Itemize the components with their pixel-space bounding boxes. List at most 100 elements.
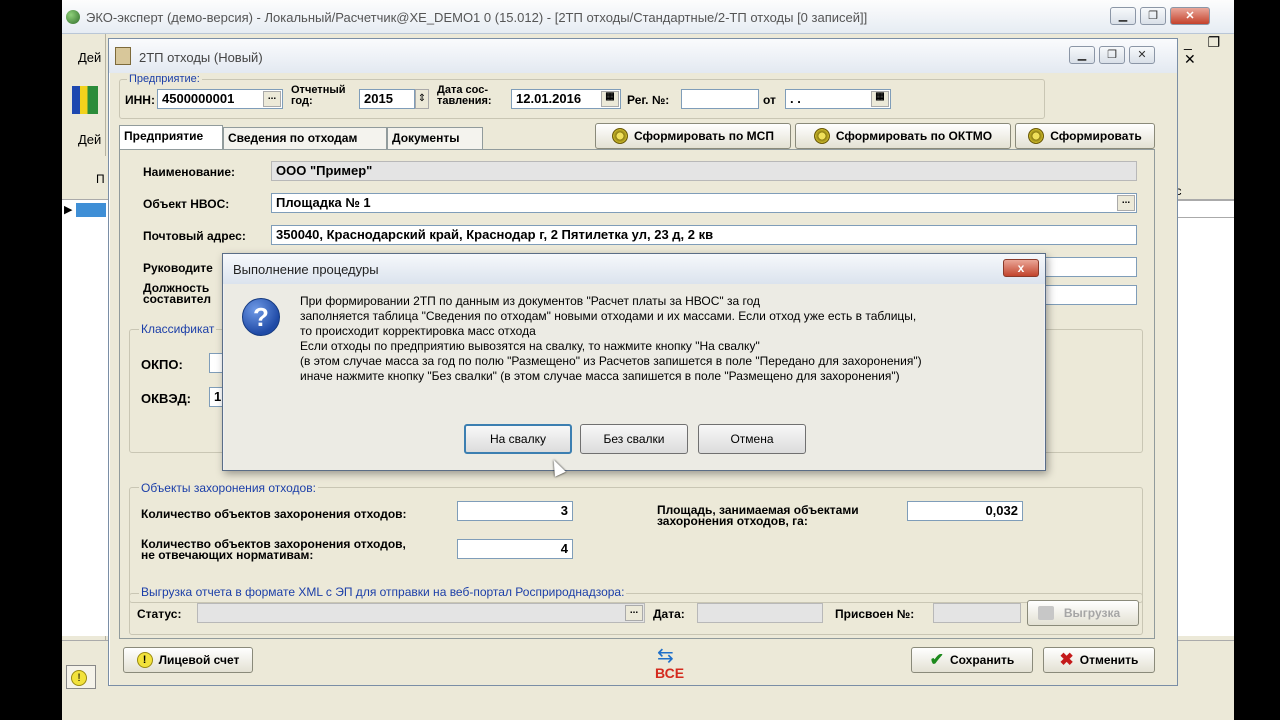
noncompliant-field[interactable]: 4 — [457, 539, 573, 559]
compose-date-field[interactable]: 12.01.2016 ▦ — [511, 89, 621, 109]
object-value: Площадка № 1 — [276, 195, 371, 210]
tab-enterprise[interactable]: Предприятие — [119, 125, 223, 149]
enterprise-group-label: Предприятие: — [127, 73, 202, 85]
form-label: Сформировать — [1050, 129, 1142, 143]
main-close-icon[interactable]: ✕ — [1170, 7, 1210, 25]
form-by-msp-label: Сформировать по МСП — [634, 129, 774, 143]
main-minimize-icon[interactable]: ▁ — [1110, 7, 1136, 25]
account-button-label: Лицевой счет — [158, 653, 240, 667]
bg-toolbar-chart-icon[interactable] — [72, 86, 98, 114]
bg-bottom-fragment[interactable]: ! — [66, 665, 96, 689]
year-field[interactable]: 2015 — [359, 89, 415, 109]
area-label-2: захоронения отходов, га: — [657, 514, 808, 528]
no-landfill-button[interactable]: Без свалки — [580, 424, 688, 454]
report-close-icon[interactable]: ✕ — [1129, 46, 1155, 64]
okved-value: 1 — [214, 389, 222, 404]
name-value: ООО "Пример" — [276, 163, 373, 178]
save-button-label: Сохранить — [949, 653, 1015, 667]
form-by-oktmo-button[interactable]: Сформировать по ОКТМО — [795, 123, 1011, 149]
dialog-message-line: иначе нажмите кнопку "Без свалки" (в это… — [300, 369, 900, 383]
form-by-msp-button[interactable]: Сформировать по МСП — [595, 123, 791, 149]
export-date-field[interactable] — [697, 603, 823, 623]
address-label: Почтовый адрес: — [143, 229, 246, 243]
report-minimize-icon[interactable]: ▁ — [1069, 46, 1095, 64]
export-disk-icon — [1038, 606, 1054, 620]
account-button[interactable]: ! Лицевой счет — [123, 647, 253, 673]
reg-number-label: Рег. №: — [627, 93, 670, 107]
question-icon: ? — [242, 298, 280, 336]
bg-selected-row[interactable] — [76, 203, 106, 217]
mdi-caption-icons[interactable]: _ ❐ ✕ — [1184, 34, 1234, 68]
compose-date-calendar-icon[interactable]: ▦ — [601, 91, 619, 107]
all-refresh-icon[interactable]: ⇆ ВСЕ — [649, 643, 705, 683]
main-title-bar: ЭКО-эксперт (демо-версия) - Локальный/Ра… — [62, 0, 1234, 34]
dialog-message-line: При формировании 2ТП по данным из докуме… — [300, 294, 761, 308]
dialog-close-icon[interactable]: x — [1003, 259, 1039, 277]
app-title: ЭКО-эксперт (демо-версия) - Локальный/Ра… — [86, 10, 868, 25]
cancel-x-icon: ✖ — [1059, 650, 1074, 669]
okpo-label: ОКПО: — [141, 357, 183, 372]
address-field[interactable]: 350040, Краснодарский край, Краснодар г,… — [271, 225, 1137, 245]
year-label-2: год: — [291, 95, 313, 107]
warning-icon: ! — [136, 652, 153, 668]
area-field[interactable]: 0,032 — [907, 501, 1023, 521]
cancel-button[interactable]: ✖ Отменить — [1043, 647, 1155, 673]
to-landfill-button[interactable]: На свалку — [464, 424, 572, 454]
position-label-2: составител — [143, 292, 211, 306]
main-restore-icon[interactable]: ❐ — [1140, 7, 1166, 25]
area-value: 0,032 — [985, 503, 1018, 518]
report-window-title-bar: 2ТП отходы (Новый) ▁ ❐ ✕ — [109, 39, 1177, 73]
from-date-value: . . — [790, 91, 801, 106]
inn-field[interactable]: 4500000001 ... — [157, 89, 283, 109]
check-icon: ✔ — [929, 650, 944, 669]
document-icon — [115, 47, 131, 65]
burial-count-field[interactable]: 3 — [457, 501, 573, 521]
dialog-message-line: (в этом случае масса за год по полю "Раз… — [300, 354, 922, 368]
inn-label: ИНН: — [125, 93, 155, 107]
from-date-field[interactable]: . . ▦ — [785, 89, 891, 109]
burial-count-value: 3 — [560, 503, 568, 518]
dialog-message-line: заполняется таблица "Сведения по отходам… — [300, 309, 917, 323]
compose-date-value: 12.01.2016 — [516, 91, 582, 106]
year-value: 2015 — [364, 91, 393, 106]
tab-documents[interactable]: Документы — [387, 127, 483, 149]
from-date-calendar-icon[interactable]: ▦ — [871, 91, 889, 107]
object-field[interactable]: Площадка № 1 ... — [271, 193, 1137, 213]
export-status-lookup-icon[interactable]: ... — [625, 605, 643, 621]
object-lookup-icon[interactable]: ... — [1117, 195, 1135, 211]
export-assigned-field[interactable] — [933, 603, 1021, 623]
burial-count-label: Количество объектов захоронения отходов: — [141, 507, 407, 521]
save-button[interactable]: ✔ Сохранить — [911, 647, 1033, 673]
gear-icon — [612, 128, 629, 144]
okved-label: ОКВЭД: — [141, 391, 191, 406]
dialog-title-bar: Выполнение процедуры x — [223, 254, 1045, 284]
export-assigned-label: Присвоен №: — [835, 607, 915, 621]
noncompliant-label-2: не отвечающих нормативам: — [141, 548, 314, 562]
classifiers-group-label: Классификат — [139, 322, 217, 336]
dialog-message-line: то происходит корректировка масс отхода — [300, 324, 536, 338]
date-label-2: тавления: — [437, 95, 492, 107]
dialog-title: Выполнение процедуры — [233, 262, 379, 277]
export-status-field[interactable]: ... — [197, 603, 645, 623]
bg-menu-fragment[interactable]: Дей — [78, 50, 101, 65]
reg-number-field[interactable] — [681, 89, 759, 109]
export-button[interactable]: Выгрузка — [1027, 600, 1139, 626]
name-field[interactable]: ООО "Пример" — [271, 161, 1137, 181]
head-label: Руководите — [143, 261, 213, 275]
dialog-cancel-button[interactable]: Отмена — [698, 424, 806, 454]
gear-icon — [813, 128, 830, 144]
year-spin-icon[interactable]: ⇕ — [415, 89, 429, 109]
bg-tab-fragment[interactable]: Дей — [78, 132, 101, 147]
bg-column-fragment: П — [96, 172, 105, 186]
row-pointer-icon: ▶ — [64, 204, 73, 216]
dialog-message: При формировании 2ТП по данным из докуме… — [300, 294, 1040, 384]
form-by-oktmo-label: Сформировать по ОКТМО — [835, 129, 993, 143]
form-button[interactable]: Сформировать — [1015, 123, 1155, 149]
tab-waste-info[interactable]: Сведения по отходам — [223, 127, 387, 149]
report-restore-icon[interactable]: ❐ — [1099, 46, 1125, 64]
name-label: Наименование: — [143, 165, 236, 179]
inn-lookup-icon[interactable]: ... — [263, 91, 281, 107]
dialog-message-line: Если отходы по предприятию вывозятся на … — [300, 339, 760, 353]
procedure-dialog: Выполнение процедуры x ? При формировани… — [222, 253, 1046, 477]
report-caption-buttons: ▁ ❐ ✕ — [1069, 46, 1155, 64]
